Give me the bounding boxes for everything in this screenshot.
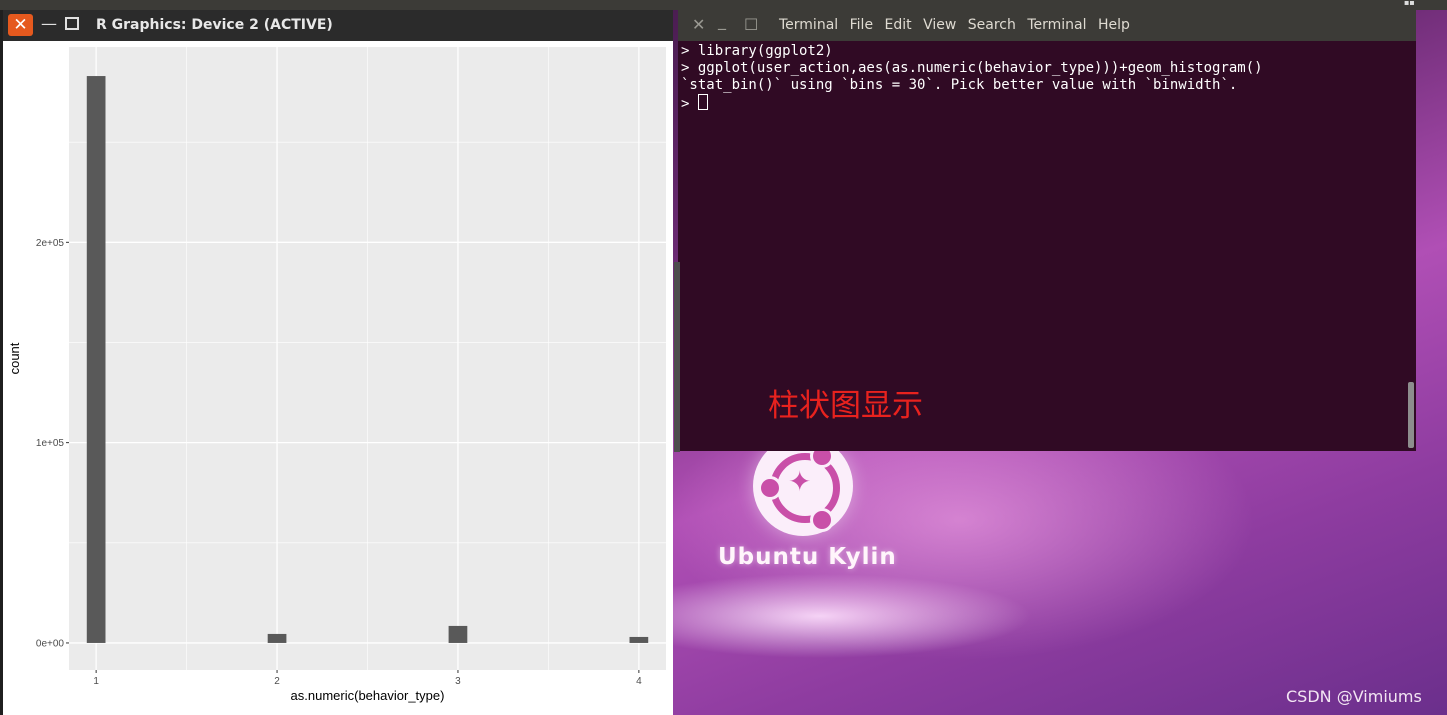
menu-terminal-title: Terminal [779, 17, 839, 33]
maximize-icon[interactable]: ☐ [744, 16, 758, 34]
r-graphics-window[interactable]: ✕ — R Graphics: Device 2 (ACTIVE) 1 2 3 4 0e… [3, 10, 673, 715]
menu-file[interactable]: File [850, 17, 873, 33]
x-tick-label: 2 [274, 676, 280, 687]
terminal-prompt-line[interactable]: > [681, 94, 1263, 113]
terminal-titlebar[interactable]: ✕ _ ☐ Terminal File Edit View Search Ter… [678, 10, 1416, 41]
terminal-menubar: Terminal File Edit View Search Terminal … [779, 17, 1137, 33]
x-tick-label: 1 [93, 676, 99, 687]
annotation-text: 柱状图显示 [768, 388, 923, 424]
minimize-button[interactable]: — [41, 14, 57, 33]
r-window-titlebar[interactable]: ✕ — R Graphics: Device 2 (ACTIVE) [3, 10, 673, 41]
terminal-line: > library(ggplot2) [681, 43, 833, 59]
histogram-bar [629, 636, 649, 643]
y-tick-label: 2e+05 [36, 238, 65, 249]
close-icon[interactable]: ✕ [692, 16, 705, 34]
histogram-bar [86, 76, 106, 643]
x-axis-label: as.numeric(behavior_type) [291, 688, 445, 703]
top-panel [0, 0, 1447, 10]
maximize-button[interactable] [65, 17, 79, 30]
y-tick-label: 0e+00 [36, 638, 65, 649]
terminal-output[interactable]: > library(ggplot2) > ggplot(user_action,a… [681, 43, 1263, 113]
desktop-logo-text: Ubuntu Kylin [718, 544, 897, 570]
menu-help[interactable]: Help [1098, 17, 1130, 33]
tray-icon[interactable]: ▪▪ [1404, 0, 1422, 7]
terminal-line: > ggplot(user_action,aes(as.numeric(beha… [681, 60, 1263, 76]
terminal-cursor [697, 94, 708, 110]
menu-edit[interactable]: Edit [885, 17, 912, 33]
logo-dot-icon [758, 476, 782, 500]
histogram-chart: 1 2 3 4 0e+00 1e+05 2e+05 as.numeric(behavior_t… [7, 47, 666, 703]
x-tick-label: 4 [636, 676, 642, 687]
x-tick-label: 3 [455, 676, 461, 687]
histogram-bar [267, 633, 287, 643]
menu-search[interactable]: Search [968, 17, 1016, 33]
terminal-line: `stat_bin()` using `bins = 30`. Pick bet… [681, 77, 1238, 93]
terminal-scrollbar[interactable] [1408, 382, 1414, 448]
r-window-title: R Graphics: Device 2 (ACTIVE) [96, 17, 333, 33]
window-edge-scrollbar[interactable] [674, 262, 680, 452]
terminal-prompt: > [681, 96, 698, 112]
y-axis-label: count [7, 342, 22, 374]
terminal-window[interactable]: ✕ _ ☐ Terminal File Edit View Search Ter… [678, 10, 1416, 451]
histogram-bar [448, 625, 468, 643]
logo-cat-icon: ✦ [788, 465, 812, 498]
watermark: CSDN @Vimiums [1286, 687, 1422, 706]
menu-view[interactable]: View [923, 17, 956, 33]
close-button[interactable]: ✕ [8, 14, 33, 36]
minimize-icon[interactable]: _ [718, 12, 726, 30]
menu-terminal[interactable]: Terminal [1027, 17, 1086, 33]
y-tick-label: 1e+05 [36, 438, 65, 449]
logo-dot-icon [810, 508, 834, 532]
